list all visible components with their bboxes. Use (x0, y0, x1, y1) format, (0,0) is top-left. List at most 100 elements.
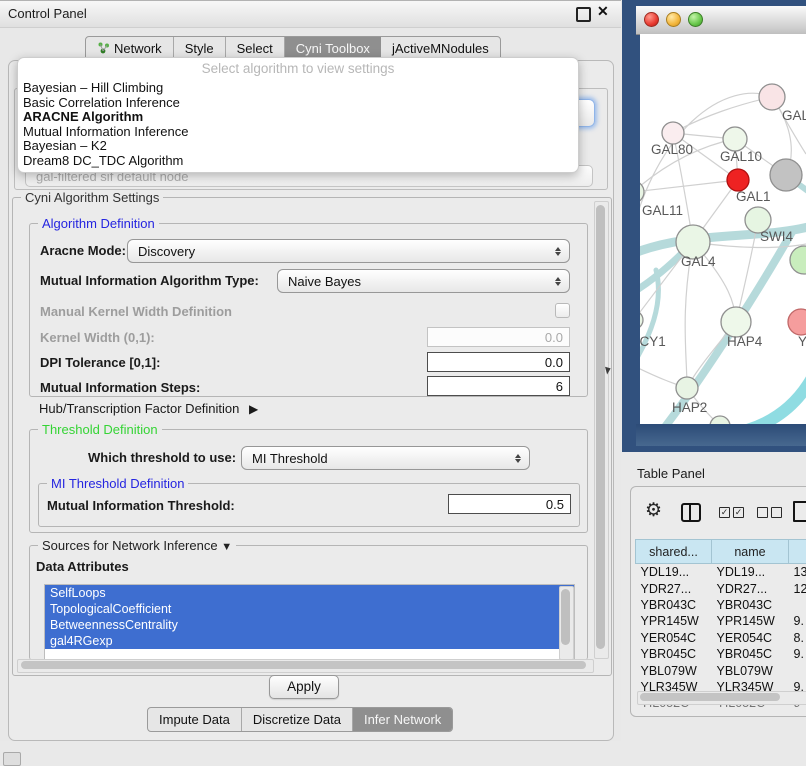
node-gal80 (662, 122, 684, 144)
gear-icon[interactable]: ⚙ (645, 501, 662, 520)
settings-vertical-scrollbar[interactable] (594, 201, 609, 659)
dropdown-item[interactable]: Bayesian – K2 (23, 139, 107, 154)
mi-steps-label: Mutual Information Steps: (40, 380, 200, 395)
combo-spinner-icon (547, 277, 569, 286)
mi-threshold-label: Mutual Information Threshold: (47, 498, 235, 513)
mi-type-label: Mutual Information Algorithm Type: (40, 273, 259, 288)
table-panel-title: Table Panel (637, 466, 705, 481)
table-horizontal-scrollbar[interactable] (637, 691, 806, 705)
column-header[interactable]: shared... (636, 540, 712, 564)
mi-type-combobox[interactable]: Naive Bayes (277, 269, 570, 293)
node-hap4 (721, 307, 751, 337)
node-hap2 (676, 377, 698, 399)
aracne-mode-label: Aracne Mode: (40, 243, 126, 258)
table-row[interactable]: YDL19...YDL19...13 (636, 564, 806, 581)
node-gal2 (759, 84, 785, 110)
table-row[interactable]: YDR27...YDR27...12 (636, 580, 806, 596)
which-threshold-combobox[interactable]: MI Threshold (241, 446, 530, 470)
data-attributes-label: Data Attributes (36, 559, 129, 574)
table-row[interactable]: YPR145WYPR145W9. (636, 613, 806, 629)
mi-threshold-field[interactable]: 0.5 (448, 494, 571, 514)
threshold-definition-title: Threshold Definition (38, 422, 162, 437)
close-traffic-light[interactable] (644, 12, 659, 27)
node-label: GAL (782, 108, 806, 123)
algorithm-definition-group: Algorithm Definition Aracne Mode: Discov… (29, 223, 588, 397)
select-all-check-icon[interactable]: ✓ (733, 507, 744, 518)
deselect-all-icon[interactable] (757, 507, 768, 518)
node-label: GAL10 (720, 149, 762, 164)
select-all-check-icon[interactable]: ✓ (719, 507, 730, 518)
dropdown-item-aracne[interactable]: ARACNE Algorithm (23, 110, 143, 125)
network-window-bottom-frame (636, 424, 806, 446)
tab-impute-data[interactable]: Impute Data (148, 708, 242, 731)
mi-steps-field[interactable]: 6 (427, 376, 570, 396)
table-panel: ⚙ ✓ ✓ shared... name A YDL19...YDL19...1… (630, 486, 806, 717)
node-gcy1 (640, 311, 643, 329)
cyni-algorithm-settings-group: Cyni Algorithm Settings Algorithm Defini… (12, 197, 612, 676)
table-row[interactable]: YBR043CYBR043C (636, 597, 806, 613)
node-label: GAL1 (736, 189, 771, 204)
list-scrollbar[interactable] (559, 586, 574, 660)
table-row[interactable]: YBL079WYBL079W (636, 662, 806, 678)
control-panel-header: Control Panel ✕ (0, 0, 621, 28)
node-gal1-selected (727, 169, 749, 191)
aracne-mode-combobox[interactable]: Discovery (127, 239, 570, 263)
export-table-icon[interactable] (793, 501, 806, 522)
node-bottom (710, 416, 730, 424)
network-window[interactable]: GAL GAL80 GAL10 GAL1 GAL11 SWI4 GAL4 GCY… (622, 0, 806, 452)
dpi-tolerance-field[interactable]: 0.0 (427, 352, 570, 372)
show-columns-icon[interactable] (681, 503, 701, 522)
panel-title: Control Panel (8, 6, 87, 21)
sources-title[interactable]: Sources for Network Inference ▼ (38, 538, 236, 553)
manual-kernel-checkbox[interactable] (555, 303, 570, 318)
table-row[interactable]: YBR045CYBR045C9. (636, 646, 806, 662)
dropdown-item[interactable]: Bayesian – Hill Climbing (23, 81, 163, 96)
combo-spinner-icon (507, 454, 529, 463)
dpi-tolerance-label: DPI Tolerance [0,1]: (40, 355, 160, 370)
node-label: SWI4 (760, 229, 793, 244)
node-salmon (788, 309, 806, 335)
list-item[interactable]: TopologicalCoefficient (45, 601, 574, 617)
node-label: GAL11 (642, 203, 683, 218)
node-label: GAL80 (651, 142, 693, 157)
node-gal10 (723, 127, 747, 151)
apply-button[interactable]: Apply (269, 675, 339, 699)
manual-kernel-label: Manual Kernel Width Definition (40, 304, 232, 319)
list-item[interactable]: SelfLoops (45, 585, 574, 601)
list-item[interactable]: gal4RGexp (45, 633, 574, 649)
collapse-down-icon: ▼ (221, 541, 232, 553)
dropdown-item[interactable]: Basic Correlation Inference (23, 96, 180, 111)
network-window-titlebar[interactable] (636, 6, 806, 35)
network-canvas[interactable]: GAL GAL80 GAL10 GAL1 GAL11 SWI4 GAL4 GCY… (640, 34, 806, 424)
float-window-icon[interactable] (576, 7, 591, 22)
column-header[interactable]: A (789, 540, 806, 564)
combo-spinner-icon (547, 247, 569, 256)
expand-right-icon: ▶ (249, 402, 258, 416)
dropdown-item[interactable]: Mutual Information Inference (23, 125, 188, 140)
tab-discretize-data[interactable]: Discretize Data (242, 708, 353, 731)
algorithm-dropdown-list: Select algorithm to view settings Bayesi… (17, 57, 579, 173)
minimize-traffic-light[interactable] (666, 12, 681, 27)
node-table[interactable]: shared... name A YDL19...YDL19...13 YDR2… (635, 539, 806, 712)
settings-horizontal-scrollbar[interactable] (17, 659, 594, 673)
minimized-panel-icon[interactable] (3, 752, 21, 766)
node-label: GAL4 (681, 254, 716, 269)
algorithm-definition-title: Algorithm Definition (38, 216, 159, 231)
mi-threshold-definition-title: MI Threshold Definition (47, 476, 188, 491)
left-panel: Control Panel ✕ Network Style Select Cyn… (0, 0, 621, 741)
zoom-traffic-light[interactable] (688, 12, 703, 27)
column-header[interactable]: name (712, 540, 789, 564)
dropdown-item[interactable]: Dream8 DC_TDC Algorithm (23, 154, 183, 169)
tab-infer-network[interactable]: Infer Network (353, 708, 452, 731)
hub-definition-toggle[interactable]: Hub/Transcription Factor Definition ▶ (39, 401, 258, 416)
mi-threshold-definition-group: MI Threshold Definition Mutual Informati… (38, 483, 580, 527)
deselect-all-icon[interactable] (771, 507, 782, 518)
list-item[interactable]: BetweennessCentrality (45, 617, 574, 633)
dropdown-placeholder: Select algorithm to view settings (18, 61, 578, 76)
node-label: HAP2 (672, 400, 707, 415)
kernel-width-field[interactable]: 0.0 (427, 327, 570, 347)
node-label: GCY1 (640, 334, 666, 349)
close-icon[interactable]: ✕ (597, 3, 609, 20)
node-green-right (790, 246, 806, 274)
table-row[interactable]: YER054CYER054C8. (636, 630, 806, 646)
